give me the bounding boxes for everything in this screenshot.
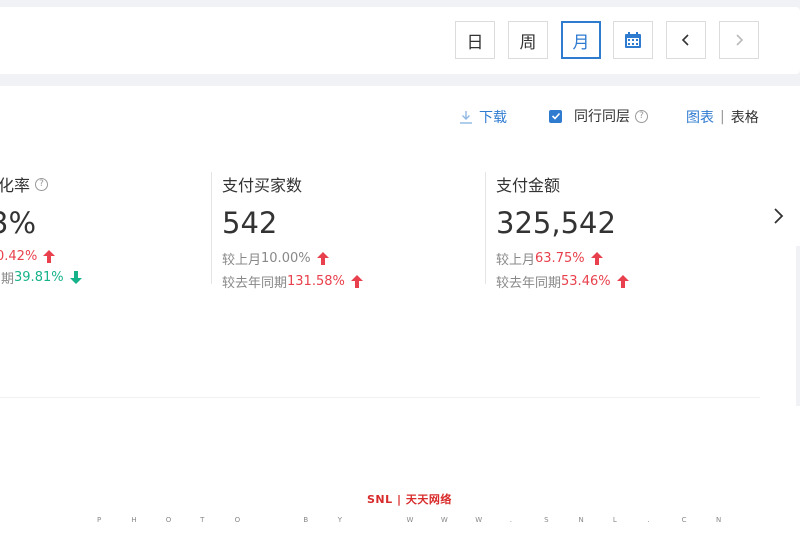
chevron-right-icon bbox=[774, 208, 784, 224]
view-switch: 图表 | 表格 bbox=[686, 107, 759, 127]
metric-compare-last-year: 较去年同期 53.46% bbox=[496, 272, 629, 291]
metric-label: 支付金额 bbox=[496, 176, 561, 195]
compare-value: 63.75% bbox=[535, 251, 585, 266]
metric-divider bbox=[485, 172, 486, 284]
download-label: 下载 bbox=[479, 110, 507, 126]
period-toolbar: 日 周 月 bbox=[0, 7, 800, 74]
watermark-letter: N bbox=[578, 516, 584, 524]
metric-value: 325,542 bbox=[496, 206, 616, 240]
metric-compare-last-year: 较去年同期 131.58% bbox=[222, 272, 363, 291]
view-separator: | bbox=[720, 109, 725, 125]
compare-value: 0.42% bbox=[0, 249, 38, 264]
download-button[interactable]: 下载 bbox=[459, 107, 507, 127]
metric-compare-previous: 较上月 63.75% bbox=[496, 249, 629, 268]
compare-value: 39.81% bbox=[14, 270, 64, 285]
watermark-letter: H bbox=[131, 516, 137, 524]
metric-compare-previous: 0.42% bbox=[0, 249, 82, 264]
arrow-up-icon bbox=[316, 252, 329, 265]
watermark-letter: C bbox=[681, 516, 687, 524]
metric-compare-previous: 较上月 10.00% bbox=[222, 249, 363, 268]
compare-value: 10.00% bbox=[261, 251, 311, 266]
calendar-button[interactable] bbox=[613, 21, 653, 59]
same-industry-checkbox[interactable]: 同行同层 ? bbox=[549, 106, 648, 126]
metric-compare-last-year: 同期 39.81% bbox=[0, 268, 82, 287]
compare-value: 131.58% bbox=[287, 274, 345, 289]
metric-paying-buyers: 支付买家数 542 较上月 10.00% 较去年同期 131.58% bbox=[222, 172, 363, 291]
metric-label: 化率 bbox=[0, 176, 31, 195]
chevron-right-icon bbox=[736, 34, 744, 46]
watermark-letter: Y bbox=[337, 516, 343, 524]
arrow-up-icon bbox=[43, 250, 56, 263]
watermark-letter: O bbox=[165, 516, 172, 524]
watermark-letter: B bbox=[303, 516, 309, 524]
view-table-link[interactable]: 表格 bbox=[731, 107, 759, 127]
next-period-button[interactable] bbox=[719, 21, 759, 59]
metric-divider bbox=[211, 172, 212, 284]
metric-conversion-rate: 化率 ? 3% 0.42% 同期 39.81% bbox=[0, 172, 82, 287]
arrow-down-icon bbox=[69, 271, 82, 284]
metric-value: 3% bbox=[0, 206, 37, 240]
help-icon[interactable]: ? bbox=[635, 109, 648, 123]
watermark-letter: W bbox=[475, 516, 483, 524]
watermark-letter: P bbox=[97, 516, 102, 524]
watermark-letter: N bbox=[716, 516, 722, 524]
watermark-letter: O bbox=[234, 516, 241, 524]
watermark-letter: L bbox=[612, 516, 617, 524]
watermark-letter: W bbox=[440, 516, 448, 524]
section-divider bbox=[0, 397, 760, 398]
chevron-left-icon bbox=[681, 34, 689, 46]
previous-period-button[interactable] bbox=[666, 21, 706, 59]
watermark-letter: . bbox=[647, 516, 650, 524]
help-icon[interactable]: ? bbox=[35, 177, 49, 191]
arrow-up-icon bbox=[590, 252, 603, 265]
download-icon bbox=[460, 111, 472, 124]
metrics-next-button[interactable] bbox=[771, 206, 785, 230]
period-month-button[interactable]: 月 bbox=[561, 21, 601, 59]
watermark-letter: S bbox=[544, 516, 549, 524]
compare-value: 53.46% bbox=[561, 274, 611, 289]
period-week-button[interactable]: 周 bbox=[508, 21, 548, 59]
view-chart-link[interactable]: 图表 bbox=[686, 107, 714, 127]
watermark-text: P H O T O B Y W W W. S N L. C N bbox=[97, 516, 750, 524]
metric-value: 542 bbox=[222, 206, 278, 240]
arrow-up-icon bbox=[616, 275, 629, 288]
watermark-letter: W bbox=[406, 516, 414, 524]
scroll-edge bbox=[796, 246, 800, 406]
calendar-icon bbox=[625, 32, 641, 48]
same-industry-label: 同行同层 bbox=[574, 109, 630, 125]
metric-label: 支付买家数 bbox=[222, 176, 303, 195]
period-day-button[interactable]: 日 bbox=[455, 21, 495, 59]
metrics-panel: 下载 同行同层 ? 图表 | 表格 化率 ? 3% 0.42% 同期 39.81… bbox=[0, 86, 800, 533]
watermark-letter: T bbox=[200, 516, 205, 524]
arrow-up-icon bbox=[350, 275, 363, 288]
watermark-letter: . bbox=[509, 516, 512, 524]
checkbox-checked-icon[interactable] bbox=[549, 109, 562, 123]
watermark-logo: SNL | 天天网络 bbox=[367, 493, 452, 506]
metric-payment-amount: 支付金额 325,542 较上月 63.75% 较去年同期 53.46% bbox=[496, 172, 629, 291]
